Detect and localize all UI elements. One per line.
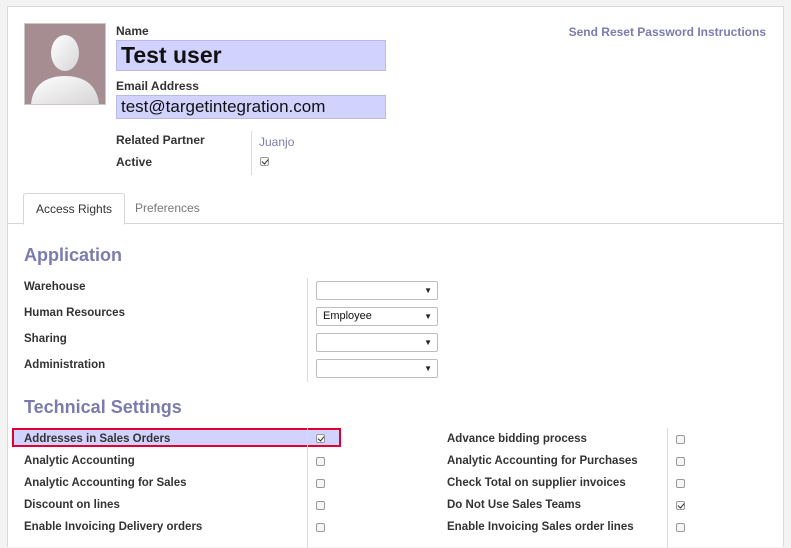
tech-left-label-0: Addresses in Sales Orders bbox=[24, 433, 171, 445]
tech-left-label-1: Analytic Accounting bbox=[24, 455, 135, 467]
tab-preferences[interactable]: Preferences bbox=[123, 193, 212, 223]
tech-right-label-1: Analytic Accounting for Purchases bbox=[447, 455, 638, 467]
related-partner-label: Related Partner bbox=[116, 133, 205, 147]
technical-right-divider bbox=[667, 428, 668, 548]
tech-right-label-4: Enable Invoicing Sales order lines bbox=[447, 521, 634, 533]
sharing-label: Sharing bbox=[24, 333, 67, 345]
caret-down-icon: ▼ bbox=[424, 286, 432, 295]
analytic-accounting-purchases-checkbox[interactable] bbox=[676, 457, 685, 466]
addresses-in-sales-orders-checkbox[interactable] bbox=[316, 434, 325, 443]
tab-access-rights[interactable]: Access Rights bbox=[23, 193, 126, 225]
human-resources-label: Human Resources bbox=[24, 307, 125, 319]
invoicing-sales-order-lines-checkbox[interactable] bbox=[676, 523, 685, 532]
technical-settings-title: Technical Settings bbox=[24, 397, 182, 417]
tech-right-label-3: Do Not Use Sales Teams bbox=[447, 499, 582, 511]
warehouse-label: Warehouse bbox=[24, 281, 86, 293]
name-field[interactable]: Test user bbox=[116, 40, 386, 71]
tech-right-label-0: Advance bidding process bbox=[447, 433, 587, 445]
name-label: Name bbox=[116, 24, 149, 38]
administration-select[interactable]: ▼ bbox=[316, 359, 438, 378]
analytic-accounting-sales-checkbox[interactable] bbox=[316, 479, 325, 488]
caret-down-icon: ▼ bbox=[424, 364, 432, 373]
active-label: Active bbox=[116, 155, 153, 169]
sharing-select[interactable]: ▼ bbox=[316, 333, 438, 352]
human-resources-select-value: Employee bbox=[323, 310, 372, 322]
caret-down-icon: ▼ bbox=[424, 338, 432, 347]
application-divider bbox=[307, 278, 308, 382]
user-form-sheet: Name Test user Email Address test@target… bbox=[7, 6, 784, 548]
user-avatar[interactable] bbox=[24, 23, 106, 105]
invoicing-delivery-orders-checkbox[interactable] bbox=[316, 523, 325, 532]
caret-down-icon: ▼ bbox=[424, 312, 432, 321]
related-partner-link[interactable]: Juanjo bbox=[259, 135, 294, 149]
tech-right-label-2: Check Total on supplier invoices bbox=[447, 477, 626, 489]
administration-label: Administration bbox=[24, 359, 106, 371]
email-field[interactable]: test@targetintegration.com bbox=[116, 95, 386, 119]
header-divider bbox=[251, 131, 252, 175]
person-silhouette-icon bbox=[31, 35, 99, 104]
tech-left-label-3: Discount on lines bbox=[24, 499, 120, 511]
active-checkbox[interactable] bbox=[260, 157, 269, 166]
notebook-tabs: Access Rights Preferences bbox=[8, 193, 783, 225]
tech-left-label-4: Enable Invoicing Delivery orders bbox=[24, 521, 203, 533]
discount-on-lines-checkbox[interactable] bbox=[316, 501, 325, 510]
check-total-supplier-invoices-checkbox[interactable] bbox=[676, 479, 685, 488]
analytic-accounting-checkbox[interactable] bbox=[316, 457, 325, 466]
no-sales-teams-checkbox[interactable] bbox=[676, 501, 685, 510]
human-resources-select[interactable]: Employee ▼ bbox=[316, 307, 438, 326]
advance-bidding-checkbox[interactable] bbox=[676, 435, 685, 444]
send-reset-password-link[interactable]: Send Reset Password Instructions bbox=[569, 25, 766, 39]
technical-left-divider bbox=[307, 428, 308, 548]
warehouse-select[interactable]: ▼ bbox=[316, 281, 438, 300]
email-label: Email Address bbox=[116, 79, 199, 93]
tech-left-label-2: Analytic Accounting for Sales bbox=[24, 477, 187, 489]
application-section-title: Application bbox=[24, 245, 122, 265]
